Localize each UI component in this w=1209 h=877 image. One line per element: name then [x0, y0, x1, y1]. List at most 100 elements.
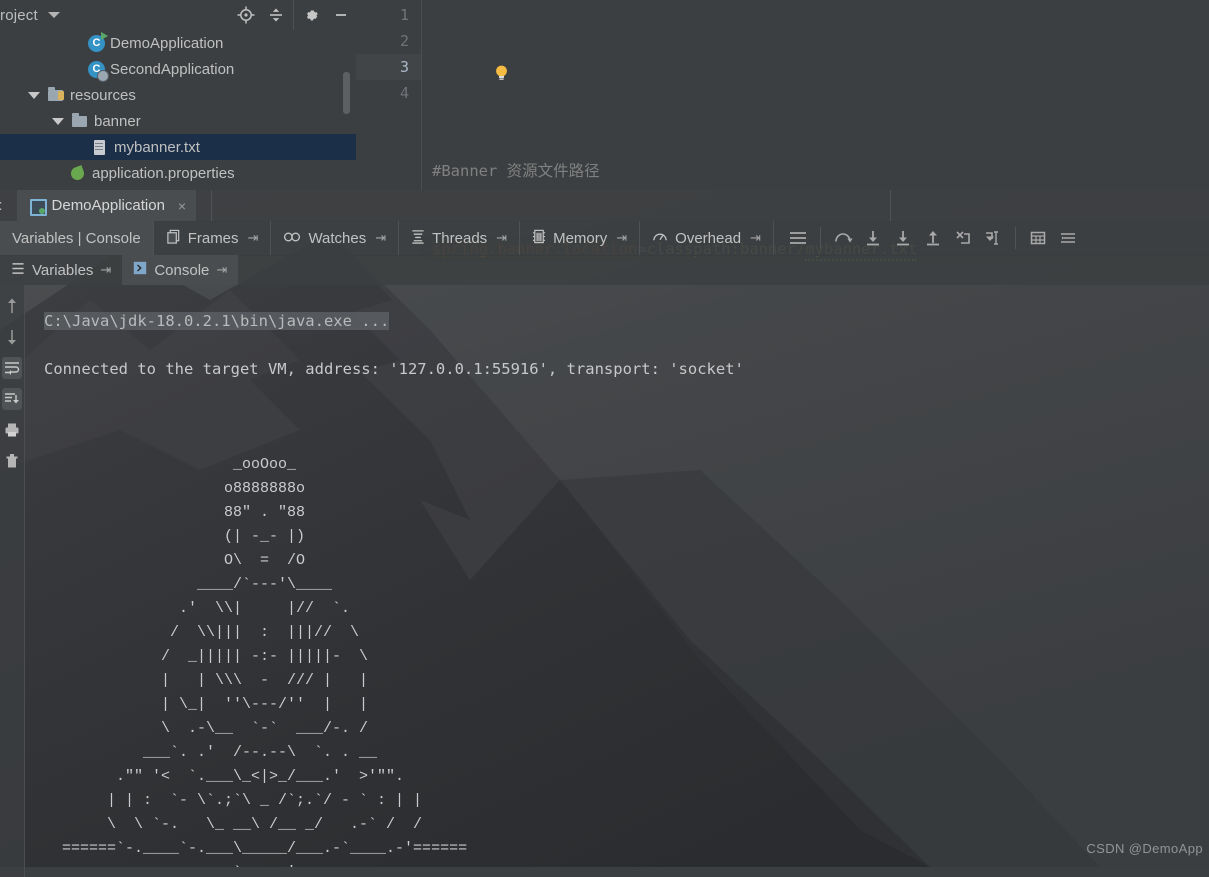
drop-frame-icon[interactable]: [949, 224, 977, 252]
java-class-run-icon: [88, 31, 108, 52]
line-number-current: 3: [356, 54, 421, 80]
subtab-variables[interactable]: Variables ⇥: [0, 255, 122, 285]
console-action-rail: [0, 285, 25, 877]
console-connected-line: Connected to the target VM, address: '12…: [44, 360, 744, 378]
settings-lines-icon[interactable]: [1054, 224, 1082, 252]
tree-item-label: SecondApplication: [110, 60, 235, 78]
console-ascii-banner: _ooOoo_ o8888888o 88" . "88 (| -_- |) O\…: [62, 456, 468, 867]
debug-tab-label: Threads: [432, 229, 488, 247]
expander-arrow-icon[interactable]: [28, 91, 40, 99]
debug-tab-frames[interactable]: Frames ⇥: [154, 221, 272, 255]
scroll-to-end-icon[interactable]: [2, 388, 22, 410]
text-file-icon: [92, 139, 109, 156]
print-icon[interactable]: [2, 419, 22, 441]
debug-tab-memory[interactable]: Memory ⇥: [520, 221, 641, 255]
tree-item-label: banner: [94, 112, 141, 130]
step-into-icon[interactable]: [859, 224, 887, 252]
step-over-icon[interactable]: [829, 224, 857, 252]
tabstrip-divider-right: [890, 190, 891, 221]
project-tree-scrollbar[interactable]: [343, 72, 350, 114]
debug-tab-label: Frames: [187, 229, 239, 247]
pin-icon[interactable]: ⇥: [248, 230, 259, 246]
debug-tab-watches[interactable]: Watches ⇥: [271, 221, 400, 255]
locate-icon[interactable]: [231, 0, 261, 30]
debug-tab-label: Memory: [553, 229, 608, 247]
tree-item-label: application.properties: [92, 164, 235, 182]
pin-icon[interactable]: ⇥: [616, 230, 627, 246]
tree-item-banner[interactable]: banner: [0, 108, 356, 134]
close-icon[interactable]: ×: [178, 198, 186, 214]
debug-toolbar: Variables | Console Frames ⇥ Watches ⇥ T…: [0, 221, 1209, 256]
overhead-icon: [652, 229, 668, 248]
project-header-toolbar: [231, 0, 356, 30]
debug-tab-label: Variables | Console: [12, 229, 141, 247]
folder-icon: [72, 112, 89, 130]
tree-item-SecondApplication[interactable]: SecondApplication: [0, 56, 356, 82]
scroll-up-icon[interactable]: [2, 295, 22, 317]
action-divider: [819, 227, 821, 249]
soft-wrap-icon[interactable]: [2, 357, 22, 379]
project-tool-window-title: roject: [0, 6, 38, 24]
tree-item-label: mybanner.txt: [114, 138, 200, 156]
pin-icon[interactable]: ⇥: [750, 230, 761, 246]
evaluate-expression-icon[interactable]: [1024, 224, 1052, 252]
tree-item-label: resources: [70, 86, 136, 104]
console-output[interactable]: C:\Java\jdk-18.0.2.1\bin\java.exe ... Co…: [24, 285, 1209, 867]
pin-icon[interactable]: ⇥: [496, 230, 507, 246]
tree-item-application-properties[interactable]: application.properties: [0, 160, 356, 186]
debug-session-tab-DemoApplication[interactable]: DemoApplication ×: [16, 190, 197, 221]
debug-tab-overhead[interactable]: Overhead ⇥: [640, 221, 774, 255]
frames-icon: [166, 229, 181, 248]
minimize-icon[interactable]: [326, 0, 356, 30]
tabstrip-divider: [211, 190, 213, 221]
console-icon: [133, 261, 147, 279]
subtab-console[interactable]: Console ⇥: [122, 255, 239, 285]
debug-tab-threads[interactable]: Threads ⇥: [399, 221, 521, 255]
debug-tab-label: Watches: [308, 229, 367, 247]
memory-icon: [532, 229, 546, 248]
force-step-into-icon[interactable]: [889, 224, 917, 252]
editor-pane: 1 2 3 4 #Banner 资源文件路径 spring.banner.loc…: [356, 0, 1209, 262]
tree-item-DemoApplication[interactable]: DemoApplication: [0, 30, 356, 56]
pin-icon[interactable]: ⇥: [375, 230, 386, 246]
resources-folder-icon: [48, 86, 65, 104]
debug-tab-label: Overhead: [675, 229, 742, 247]
expander-arrow-icon[interactable]: [52, 117, 64, 125]
variables-icon: [11, 262, 25, 279]
java-class-clock-icon: [88, 60, 109, 82]
console-command-text: C:\Java\jdk-18.0.2.1\bin\java.exe ...: [44, 312, 390, 330]
collapse-all-icon[interactable]: [261, 0, 291, 30]
debug-config-icon: [29, 198, 47, 216]
gear-icon[interactable]: [296, 0, 326, 30]
console-command-line: C:\Java\jdk-18.0.2.1\bin\java.exe ...: [24, 309, 1209, 333]
project-tree[interactable]: DemoApplication SecondApplication resour…: [0, 30, 356, 190]
pin-icon[interactable]: ⇥: [100, 262, 111, 278]
subtab-label: Variables: [32, 261, 94, 279]
watches-icon: [283, 230, 301, 247]
chevron-down-icon[interactable]: [47, 12, 60, 18]
step-out-icon[interactable]: [919, 224, 947, 252]
line-number: 2: [399, 32, 409, 50]
debug-tool-window-header: g: DemoApplication ×: [0, 190, 1209, 222]
scroll-down-icon[interactable]: [2, 326, 22, 348]
lightbulb-icon[interactable]: [439, 37, 507, 80]
tree-item-resources[interactable]: resources: [0, 82, 356, 108]
debug-session-tab-label: DemoApplication: [51, 197, 165, 214]
debug-window-label: g:: [0, 197, 3, 214]
debug-tab-variables-console[interactable]: Variables | Console: [0, 221, 154, 255]
project-tool-window: roject DemoApplication Seco: [0, 0, 356, 190]
threads-icon: [411, 229, 425, 248]
toolbar-divider: [293, 0, 294, 30]
editor-code-area[interactable]: #Banner 资源文件路径 spring.banner.location=cl…: [422, 0, 1209, 262]
debug-action-buttons: [774, 221, 1082, 255]
pin-icon[interactable]: ⇥: [216, 262, 227, 278]
code-comment: #Banner 资源文件路径: [432, 162, 600, 180]
action-divider: [1014, 227, 1016, 249]
trash-icon[interactable]: [2, 450, 22, 472]
tree-item-mybanner-txt[interactable]: mybanner.txt: [0, 134, 356, 160]
debug-subtab-bar: Variables ⇥ Console ⇥: [0, 255, 1209, 285]
run-to-cursor-icon[interactable]: [979, 224, 1007, 252]
code-line-2: #Banner 资源文件路径: [422, 158, 1209, 184]
menu-icon[interactable]: [784, 224, 812, 252]
